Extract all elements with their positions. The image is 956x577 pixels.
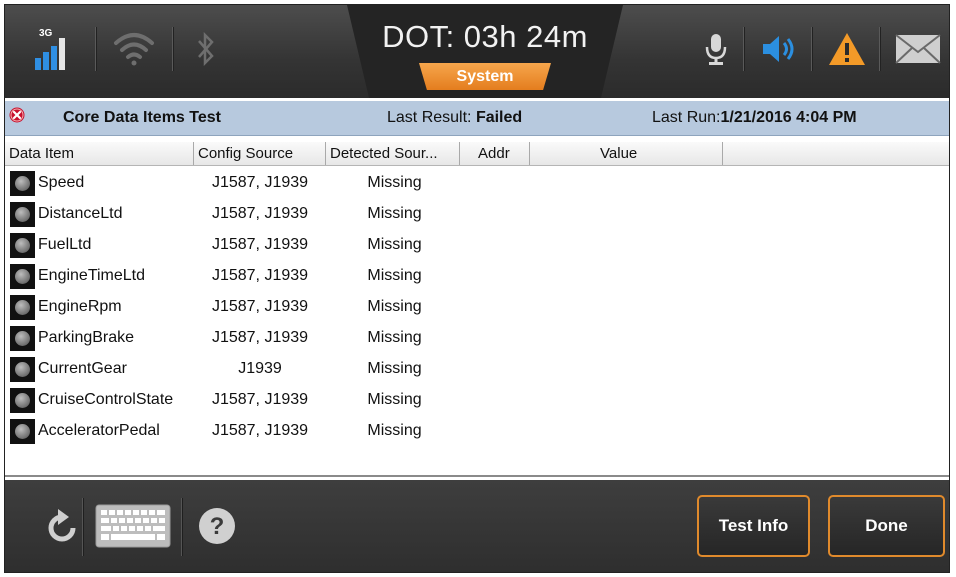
status-indicator-icon	[10, 388, 35, 413]
table-row[interactable]: ParkingBrake J1587, J1939 Missing	[5, 324, 705, 354]
status-indicator-icon	[10, 357, 35, 382]
microphone-icon[interactable]	[699, 21, 733, 77]
column-header-data-item[interactable]: Data Item	[5, 142, 194, 165]
data-items-table[interactable]: Data Item Config Source Detected Sour...…	[5, 142, 949, 477]
config-source: J1587, J1939	[211, 236, 309, 253]
data-item-name: AcceleratorPedal	[38, 422, 160, 439]
data-item-name: ParkingBrake	[38, 329, 135, 346]
config-source: J1587, J1939	[211, 267, 309, 284]
config-source: J1587, J1939	[211, 329, 309, 346]
bottom-action-bar: ? Test Info Done	[5, 480, 949, 572]
bluetooth-icon[interactable]	[191, 21, 221, 77]
column-header-config-source[interactable]: Config Source	[194, 142, 326, 165]
table-row[interactable]: FuelLtd J1587, J1939 Missing	[5, 231, 705, 261]
detected-source: Missing	[367, 205, 422, 222]
status-indicator-icon	[10, 171, 35, 196]
last-run-value: 1/21/2016 4:04 PM	[720, 109, 857, 126]
data-item-name: FuelLtd	[38, 236, 92, 253]
table-row[interactable]: EngineRpm J1587, J1939 Missing	[5, 293, 705, 323]
keyboard-icon[interactable]	[93, 502, 173, 550]
wifi-icon[interactable]	[109, 21, 159, 77]
table-row[interactable]: EngineTimeLtd J1587, J1939 Missing	[5, 262, 705, 292]
last-result-label: Last Result:	[387, 109, 472, 126]
config-source: J1587, J1939	[211, 391, 309, 408]
status-indicator-icon	[10, 264, 35, 289]
done-button[interactable]: Done	[828, 495, 945, 557]
detected-source: Missing	[367, 422, 422, 439]
column-header-addr[interactable]: Addr	[460, 142, 530, 165]
detected-source: Missing	[367, 329, 422, 346]
speaker-icon[interactable]	[757, 21, 801, 77]
data-item-name: EngineRpm	[38, 298, 122, 315]
data-item-name: CruiseControlState	[38, 391, 174, 408]
table-row[interactable]: Speed J1587, J1939 Missing	[5, 169, 705, 199]
tab-system[interactable]: System	[419, 63, 551, 90]
dot-hours-remaining: DOT: 03h 24m	[382, 19, 588, 54]
data-item-name: CurrentGear	[38, 360, 127, 377]
mail-icon[interactable]	[893, 21, 943, 77]
table-header: Data Item Config Source Detected Sour...…	[5, 142, 949, 166]
signal-type-label: 3G	[39, 28, 53, 39]
detected-source: Missing	[367, 267, 422, 284]
refresh-icon[interactable]	[39, 502, 87, 550]
status-indicator-icon	[10, 295, 35, 320]
status-indicator-icon	[10, 202, 35, 227]
last-result: Last Result: Failed	[387, 109, 522, 127]
test-title: Core Data Items Test	[63, 109, 221, 126]
config-source: J1587, J1939	[211, 298, 309, 315]
table-row[interactable]: CruiseControlState J1587, J1939 Missing	[5, 386, 705, 416]
data-item-name: EngineTimeLtd	[38, 267, 146, 284]
detected-source: Missing	[367, 360, 422, 377]
table-row[interactable]: CurrentGear J1939 Missing	[5, 355, 705, 385]
config-source: J1939	[238, 360, 282, 377]
detected-source: Missing	[367, 236, 422, 253]
last-run-label: Last Run:	[652, 109, 721, 126]
top-status-bar: 3G DOT: 03h 24m System	[5, 5, 949, 98]
status-indicator-icon	[10, 419, 35, 444]
warning-icon[interactable]	[825, 21, 869, 77]
test-info-button[interactable]: Test Info	[697, 495, 810, 557]
table-row[interactable]: DistanceLtd J1587, J1939 Missing	[5, 200, 705, 230]
help-icon[interactable]: ?	[195, 504, 239, 548]
column-header-value[interactable]: Value	[530, 142, 723, 165]
detected-source: Missing	[367, 298, 422, 315]
failed-status-icon	[9, 107, 25, 128]
test-summary-header: Core Data Items Test Last Result: Failed…	[5, 101, 949, 136]
data-item-name: Speed	[38, 174, 85, 191]
config-source: J1587, J1939	[211, 422, 309, 439]
detected-source: Missing	[367, 391, 422, 408]
table-row[interactable]: AcceleratorPedal J1587, J1939 Missing	[5, 417, 705, 447]
app-window: 3G DOT: 03h 24m System Core Data Items T…	[4, 4, 950, 573]
config-source: J1587, J1939	[211, 205, 309, 222]
last-result-value: Failed	[475, 109, 523, 126]
help-glyph: ?	[210, 513, 225, 540]
signal-icon[interactable]: 3G	[27, 21, 75, 77]
detected-source: Missing	[367, 174, 422, 191]
status-indicator-icon	[10, 233, 35, 258]
last-run: Last Run:1/21/2016 4:04 PM	[652, 109, 857, 127]
data-item-name: DistanceLtd	[38, 205, 123, 222]
status-indicator-icon	[10, 326, 35, 351]
column-header-detected-source[interactable]: Detected Sour...	[326, 142, 460, 165]
config-source: J1587, J1939	[211, 174, 309, 191]
